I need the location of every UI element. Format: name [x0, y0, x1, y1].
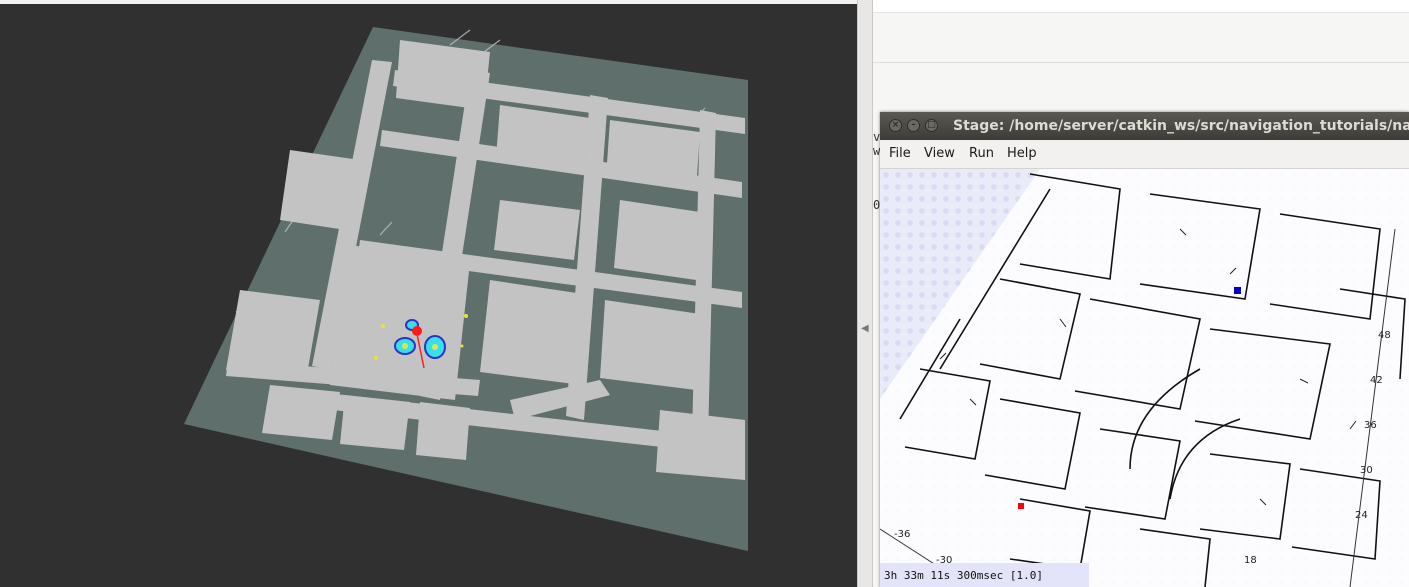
window-titlebar[interactable]: × – □ Stage: /home/server/catkin_ws/src/… [880, 112, 1409, 140]
axis-label: 36 [1364, 420, 1377, 431]
window-title: Stage: /home/server/catkin_ws/src/naviga… [953, 118, 1409, 134]
axis-label: 24 [1355, 510, 1368, 521]
maximize-icon[interactable]: □ [925, 119, 938, 132]
menu-file[interactable]: File [889, 146, 911, 161]
rviz-3d-view[interactable] [0, 0, 857, 587]
panel-splitter[interactable]: ◀ [857, 0, 873, 587]
status-bar: 3h 33m 11s 300msec [1.0] [880, 563, 1089, 587]
menu-bar: File View Run Help [880, 140, 1409, 169]
robot-marker [1018, 503, 1024, 509]
axis-label: 18 [1244, 555, 1257, 566]
collapse-arrow-icon[interactable]: ◀ [861, 323, 869, 334]
stage-world-render: 48 42 36 30 24 18 -36 -30 [880, 169, 1409, 587]
world-floor [880, 169, 1409, 587]
rviz-map-render [184, 27, 748, 551]
stage-window[interactable]: × – □ Stage: /home/server/catkin_ws/src/… [880, 112, 1409, 587]
axis-label: 30 [1360, 465, 1373, 476]
axis-label: 48 [1378, 330, 1391, 341]
menu-run[interactable]: Run [969, 146, 994, 161]
axis-label: 42 [1370, 375, 1383, 386]
sim-time-readout: 3h 33m 11s 300msec [1.0] [884, 569, 1043, 582]
goal-marker [1234, 287, 1241, 294]
stage-world-canvas[interactable]: 48 42 36 30 24 18 -36 -30 3h 33m 11s 300… [880, 169, 1409, 587]
axis-label: -36 [894, 529, 910, 540]
background-window-divider [873, 62, 1409, 63]
background-window-toolbar [873, 0, 1409, 13]
menu-help[interactable]: Help [1007, 146, 1037, 161]
minimize-icon[interactable]: – [907, 119, 920, 132]
close-icon[interactable]: × [889, 119, 902, 132]
menu-view[interactable]: View [924, 146, 955, 161]
